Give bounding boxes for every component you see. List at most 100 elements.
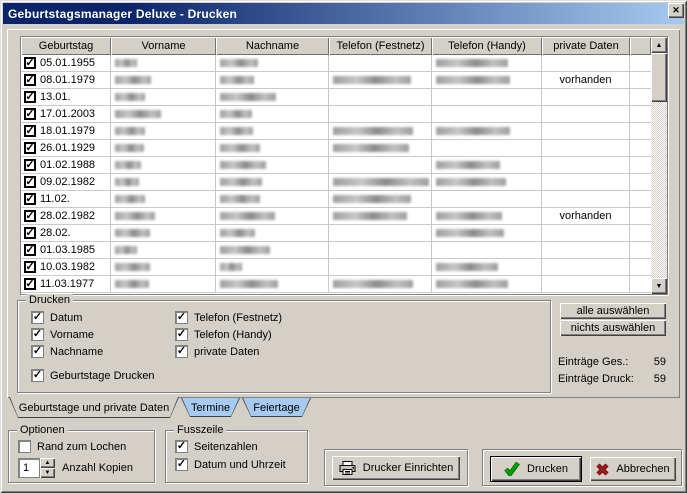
column-header-6[interactable]: private Daten (542, 37, 630, 55)
titlebar[interactable]: Geburtstagsmanager Deluxe - Drucken (3, 3, 684, 24)
print-field-geburtstage-drucken-checkbox[interactable]: ✓ (31, 369, 44, 382)
row-checkbox[interactable]: ✓ (24, 244, 36, 256)
row-checkbox[interactable]: ✓ (24, 159, 36, 171)
row-checkbox[interactable]: ✓ (24, 142, 36, 154)
close-button[interactable]: ✕ (668, 3, 684, 18)
column-header-5[interactable]: Telefon (Handy) (432, 37, 542, 55)
print-button[interactable]: Drucken (490, 456, 582, 482)
scrollbar-thumb[interactable] (651, 53, 667, 102)
row-checkbox[interactable]: ✓ (24, 193, 36, 205)
table-row[interactable]: ✓28.02.1982vorhanden (21, 208, 667, 225)
row-checkbox[interactable]: ✓ (24, 91, 36, 103)
row-checkbox[interactable]: ✓ (24, 125, 36, 137)
row-checkbox[interactable]: ✓ (24, 108, 36, 120)
table-row[interactable]: ✓08.01.1979vorhanden (21, 72, 667, 89)
redacted-text (333, 178, 429, 186)
cancel-button[interactable]: Abbrechen (590, 457, 676, 481)
private-daten-cell (542, 106, 630, 122)
row-checkbox[interactable]: ✓ (24, 261, 36, 273)
festnetz-cell (329, 242, 432, 258)
table-row[interactable]: ✓01.02.1988 (21, 157, 667, 174)
birthday-date: 05.01.1955 (40, 57, 95, 69)
private-daten-cell (542, 123, 630, 139)
row-checkbox[interactable]: ✓ (24, 74, 36, 86)
private-daten-cell (542, 157, 630, 173)
spin-up-button[interactable]: ▲ (40, 458, 55, 468)
festnetz-cell (329, 106, 432, 122)
table-row[interactable]: ✓09.02.1982 (21, 174, 667, 191)
redacted-text (220, 59, 258, 67)
print-field-vorname-checkbox[interactable]: ✓ (31, 328, 44, 341)
birthday-cell: ✓ 05.01.1955 (21, 55, 111, 71)
vorname-cell (111, 89, 216, 105)
footer-datum-und-uhrzeit-checkbox[interactable]: ✓ (175, 458, 188, 471)
spin-down-icon: ▼ (45, 470, 51, 476)
tab-termine[interactable]: Termine (181, 398, 240, 417)
row-checkbox[interactable]: ✓ (24, 210, 36, 222)
column-header-3[interactable]: Nachname (216, 37, 329, 55)
filler-cell (630, 140, 651, 156)
birthday-cell: ✓08.01.1979 (21, 72, 111, 88)
column-header-4[interactable]: Telefon (Festnetz) (329, 37, 432, 55)
table-row[interactable]: ✓28.02. (21, 225, 667, 242)
redacted-text (220, 246, 270, 254)
printer-setup-button[interactable]: Drucker Einrichten (332, 456, 460, 480)
table-row[interactable]: ✓ 18.01.1979 (21, 123, 667, 140)
row-checkbox[interactable]: ✓ (24, 176, 36, 188)
tab-feiertage[interactable]: Feiertage (242, 398, 311, 417)
print-field-telefon-festnetz--checkbox[interactable]: ✓ (175, 311, 188, 324)
scroll-up-button[interactable]: ▲ (651, 37, 667, 53)
footer-seitenzahlen-checkbox[interactable]: ✓ (175, 440, 188, 453)
table-row[interactable]: ✓11.02. (21, 191, 667, 208)
row-checkbox[interactable]: ✓ (24, 57, 36, 69)
anzahl-kopien-label: Anzahl Kopien (62, 462, 133, 474)
select-all-label: alle auswählen (577, 305, 650, 317)
cross-icon (596, 463, 609, 476)
select-none-button[interactable]: nichts auswählen (560, 320, 666, 336)
nachname-cell (216, 174, 329, 190)
private-daten-cell: vorhanden (542, 208, 630, 224)
row-checkbox[interactable]: ✓ (24, 227, 36, 239)
table-row[interactable]: ✓17.01.2003 (21, 106, 667, 123)
column-header-2[interactable]: Vorname (111, 37, 216, 55)
vorname-cell (111, 157, 216, 173)
table-header-row: GeburtstagVornameNachnameTelefon (Festne… (21, 37, 667, 55)
redacted-text (115, 127, 145, 135)
birthday-date: 13.01. (40, 91, 71, 103)
filler-cell (630, 225, 651, 241)
table-row[interactable]: ✓11.03.1977 (21, 276, 667, 293)
scroll-down-button[interactable]: ▼ (651, 278, 667, 294)
table-row[interactable]: ✓26.01.1929 (21, 140, 667, 157)
print-field-private-daten-checkbox[interactable]: ✓ (175, 345, 188, 358)
private-daten-cell (542, 55, 630, 71)
table-row[interactable]: ✓ 13.01. (21, 89, 667, 106)
private-daten-cell (542, 191, 630, 207)
filler-cell (630, 208, 651, 224)
tab-label: Geburtstage und private Daten (19, 402, 169, 414)
festnetz-cell (329, 55, 432, 71)
spin-down-button[interactable]: ▼ (40, 468, 55, 478)
select-all-button[interactable]: alle auswählen (560, 303, 666, 319)
print-field-datum-checkbox[interactable]: ✓ (31, 311, 44, 324)
redacted-text (220, 127, 253, 135)
anzahl-kopien-input[interactable]: 1 (18, 458, 40, 478)
footer-datum-und-uhrzeit-label: Datum und Uhrzeit (194, 459, 286, 471)
column-header-1[interactable]: Geburtstag (21, 37, 111, 55)
vertical-scrollbar[interactable]: ▲ ▼ (651, 37, 667, 294)
table-row[interactable]: ✓ 10.03.1982 (21, 259, 667, 276)
rand-zum-lochen-checkbox[interactable] (18, 440, 31, 453)
table-row[interactable]: ✓01.03.1985 (21, 242, 667, 259)
redacted-text (115, 263, 150, 271)
redacted-text (220, 280, 278, 288)
birthday-cell: ✓ 10.03.1982 (21, 259, 111, 275)
table-body: ✓05.01.1955✓08.01.1979vorhanden✓13.01.✓1… (21, 55, 667, 293)
tab-geburtstage-und-private-daten[interactable]: Geburtstage und private Daten (9, 397, 179, 418)
row-checkbox[interactable]: ✓ (24, 278, 36, 290)
print-field-nachname-checkbox[interactable]: ✓ (31, 345, 44, 358)
redacted-text (115, 110, 161, 118)
table-row[interactable]: ✓ 05.01.1955 (21, 55, 667, 72)
print-field-telefon-handy--checkbox[interactable]: ✓ (175, 328, 188, 341)
redacted-text (436, 178, 506, 186)
birthday-date: 10.03.1982 (40, 261, 95, 273)
birthday-date: 18.01.1979 (40, 125, 95, 137)
